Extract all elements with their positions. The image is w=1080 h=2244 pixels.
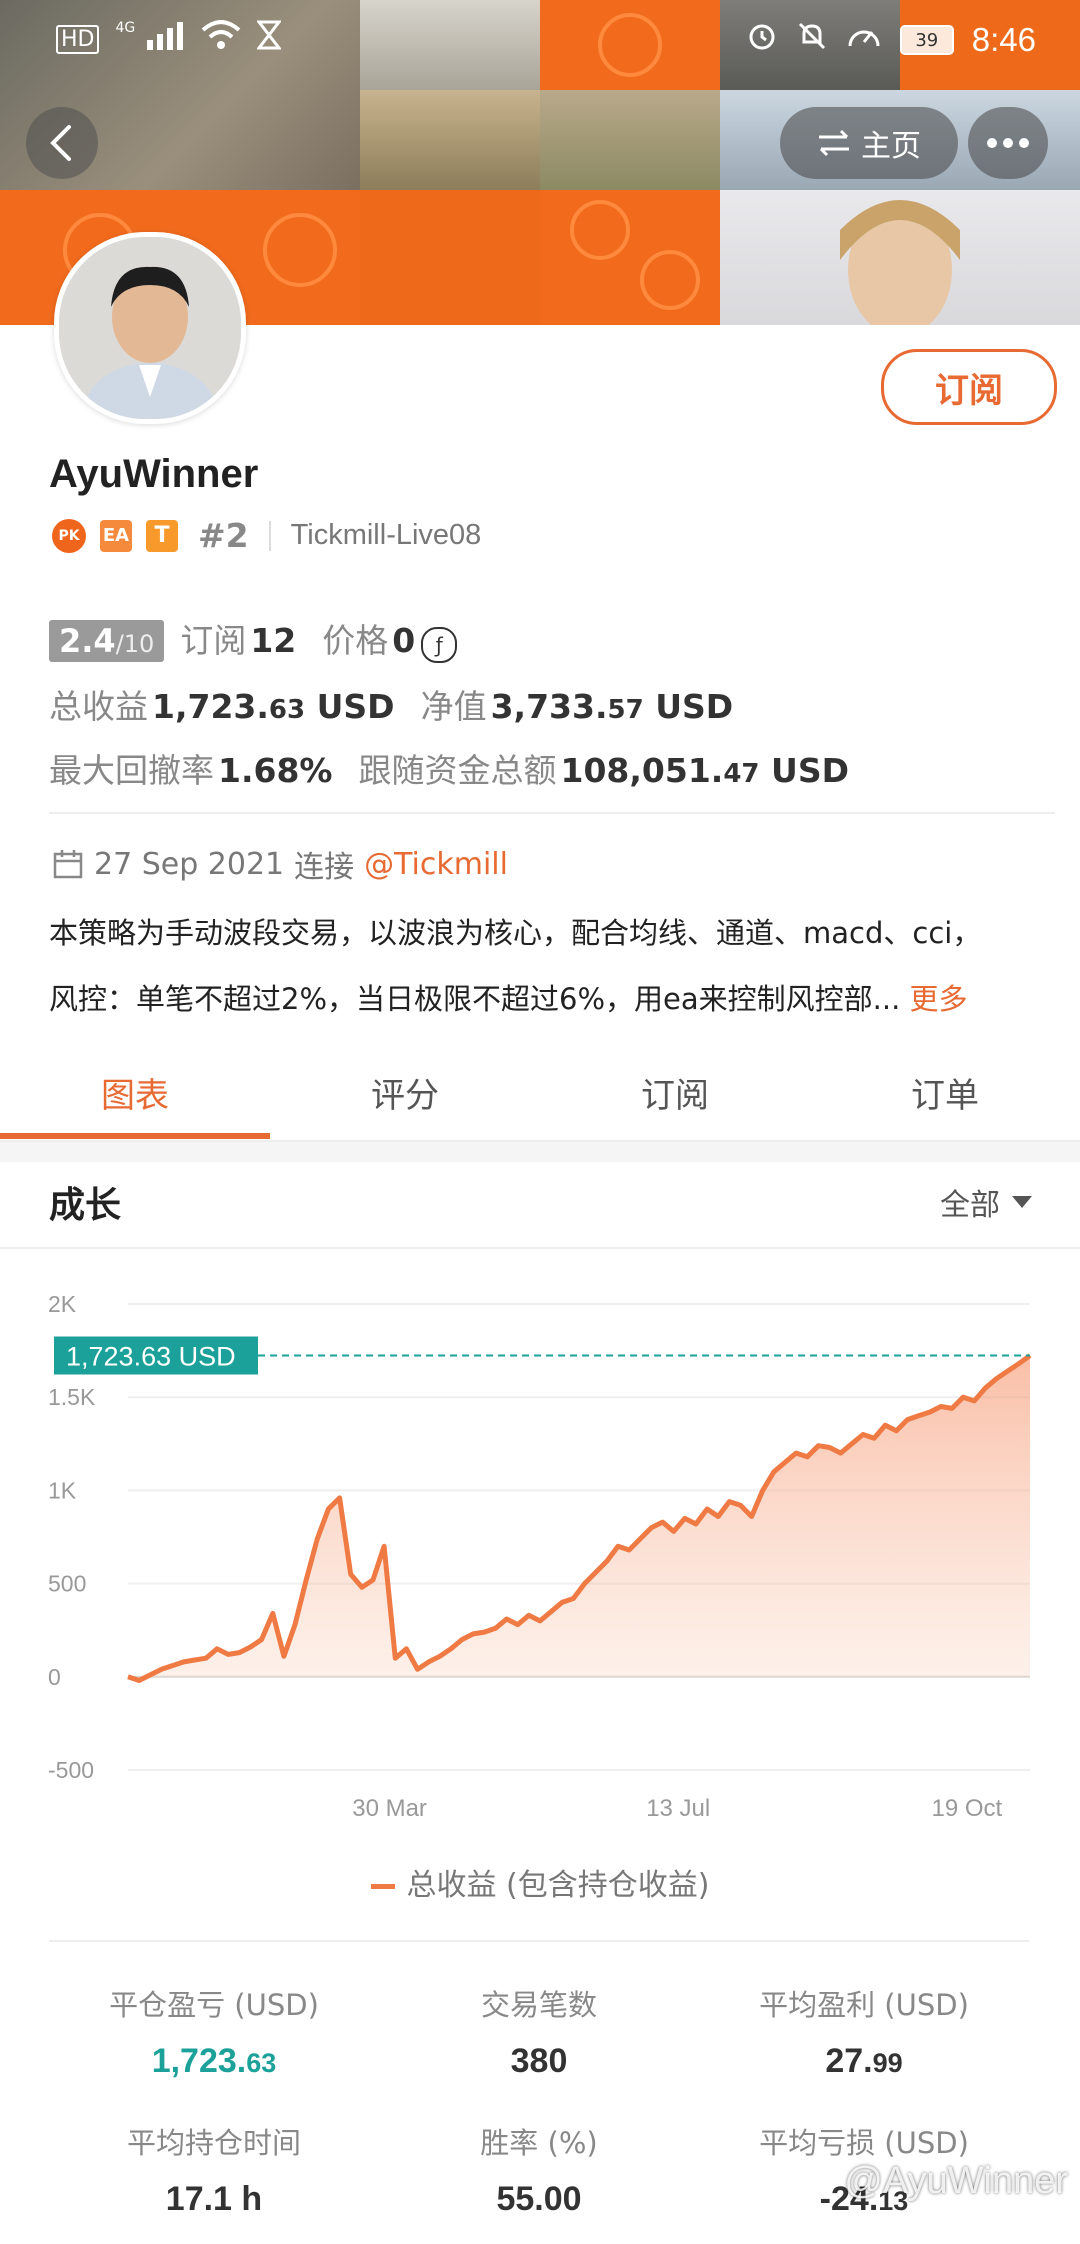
y-tick-label: 2K [48,1291,77,1317]
x-tick-label: 19 Oct [932,1795,1003,1822]
x-tick-label: 30 Mar [352,1795,427,1822]
stat-trade-count: 交易笔数 380 [480,1988,597,2080]
calendar-icon [53,850,83,879]
drawdown-value: 1.68% [218,751,333,790]
total-profit-label: 总收益 [49,687,148,726]
stats-grid: 平仓盈亏 (USD) 1,723.63 交易笔数 380 平均盈利 (USD) … [49,1940,1029,2218]
equity-label: 净值 [420,687,487,726]
signal-icon: 4G [115,20,184,58]
equity-value: 3,733.57 USD [490,687,734,726]
stat-avg-profit: 平均盈利 (USD) 27.99 [759,1988,969,2080]
follow-label: 跟随资金总额 [358,751,557,790]
mute-bell-icon [796,20,828,60]
y-tick-label: 0 [48,1664,61,1690]
profit-row: 总收益 1,723.63 USD 净值 3,733.57 USD [49,680,733,728]
period-filter[interactable]: 全部 [940,1180,1032,1224]
server-name: Tickmill-Live08 [290,519,482,551]
price-label: 价格 [322,621,389,660]
score-badge: 2.4/10 [49,620,165,662]
speed-icon [846,20,882,60]
y-tick-label: 500 [48,1571,86,1597]
connect-label: 连接 [294,850,355,885]
badge-row: PK EA T #2 Tickmill-Live08 [52,516,481,555]
rank: #2 [198,516,249,555]
tab-orders[interactable]: 订单 [810,1068,1080,1117]
status-bar: HD 4G 39 8:46 [0,0,1080,80]
tab-bar: 图表 评分 订阅 订单 [0,1060,1080,1142]
connect-row: 27 Sep 2021 连接 @Tickmill [52,842,508,886]
banner-photo [360,90,540,190]
y-tick-label: -500 [48,1757,94,1783]
growth-title: 成长 [49,1185,122,1226]
x-tick-label: 13 Jul [646,1795,710,1822]
follow-value: 108,051.47 USD [560,751,850,790]
stat-win-rate: 胜率 (%) 55.00 [480,2126,598,2218]
watermark: @AyuWinner [844,2160,1068,2202]
ea-badge-icon: EA [100,519,132,552]
more-link[interactable]: 更多 [910,982,968,1016]
stat-avg-hold-time: 平均持仓时间 17.1 h [126,2126,301,2218]
hourglass-icon [255,20,282,58]
price-value: 0 [392,621,416,660]
y-tick-label: 1K [48,1477,77,1503]
connect-date: 27 Sep 2021 [94,846,285,882]
avatar[interactable] [54,232,246,424]
section-spacer [0,1142,1080,1162]
rating-row: 2.4/10 订阅 12 价格 0 ƒ [49,614,458,663]
banner-pattern [360,190,540,325]
strategy-description: 本策略为手动波段交易，以波浪为核心，配合均线、通道、macd、cci， [49,916,982,950]
filter-label: 全部 [940,1188,1000,1223]
dot-icon [1003,138,1013,148]
subscribe-button[interactable]: 订阅 [881,349,1057,425]
chart-legend: 总收益 (包含持仓收益) [0,1860,1080,1904]
tab-chart[interactable]: 图表 [0,1068,270,1117]
back-button[interactable] [26,107,98,179]
legend-swatch-icon [370,1884,395,1889]
tab-subscriptions[interactable]: 订阅 [540,1068,810,1117]
status-time: 8:46 [971,21,1036,58]
drawdown-row: 最大回撤率 1.68% 跟随资金总额 108,051.47 USD [49,744,849,792]
drawdown-label: 最大回撤率 [49,751,214,790]
dot-icon [1019,138,1029,148]
battery-icon: 39 [899,25,954,55]
hd-icon: HD [56,24,100,54]
banner-photo [720,190,1080,325]
banner-pattern [540,190,720,325]
wifi-icon [201,20,241,58]
t-badge-icon: T [146,519,178,552]
divider [268,520,271,551]
alarm-icon [746,20,778,60]
stat-closed-pnl: 平仓盈亏 (USD) 1,723.63 [109,1988,319,2080]
y-tick-label: 1.5K [48,1384,96,1410]
chevron-down-icon [1012,1196,1032,1208]
divider [49,812,1055,814]
current-value-label: 1,723.63 USD [66,1342,236,1372]
subs-label: 订阅 [180,621,247,660]
subs-value: 12 [250,621,297,660]
broker-link[interactable]: @Tickmill [364,847,508,882]
home-label: 主页 [861,129,921,164]
banner-photo [540,90,720,190]
coin-icon: ƒ [421,627,458,663]
swap-icon [819,129,849,157]
growth-chart[interactable]: 2K 1.5K 1K 500 0 -500 30 Mar 13 Jul 19 Oct 1,72… [0,1270,1080,1830]
trader-name: AyuWinner [49,452,259,496]
more-options-button[interactable] [968,107,1048,179]
dot-icon [987,138,997,148]
total-profit-value: 1,723.63 USD [152,687,395,726]
tab-indicator [0,1133,270,1139]
home-button[interactable]: 主页 [780,107,958,179]
tab-rating[interactable]: 评分 [270,1068,540,1117]
chevron-left-icon [50,125,71,161]
strategy-description-line2: 风控：单笔不超过2%，当日极限不超过6%，用ea来控制风控部... 更多 [49,982,968,1016]
divider [0,1247,1080,1249]
pk-badge-icon: PK [52,518,86,553]
